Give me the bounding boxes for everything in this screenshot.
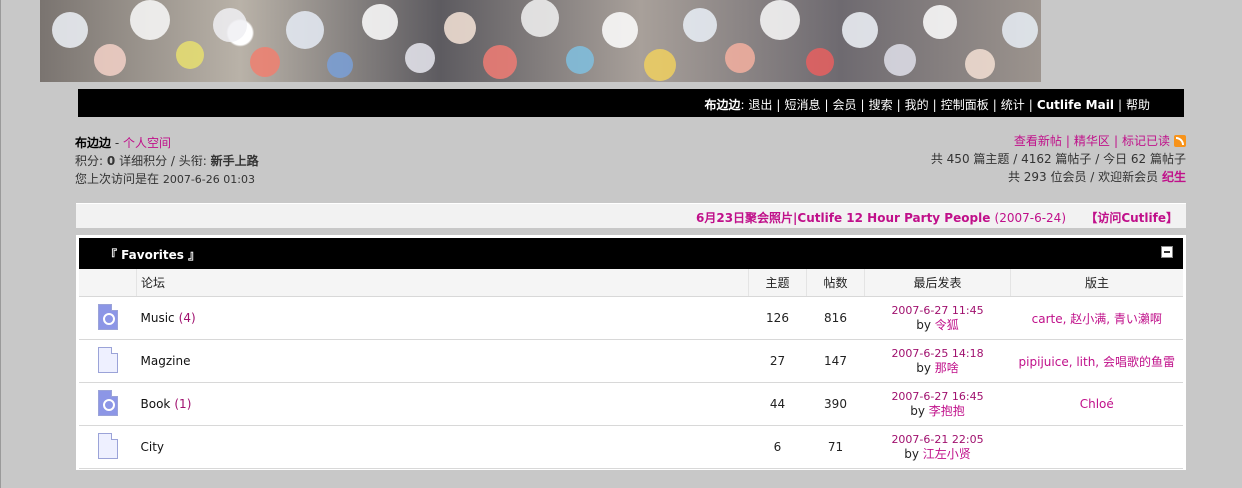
last-post-by-label: by [904, 447, 919, 461]
forum-posts: 71 [806, 425, 865, 469]
forum-status-cell [79, 425, 137, 469]
last-post-author[interactable]: 令狐 [935, 318, 959, 332]
points-label: 积分: [75, 154, 104, 168]
forum-status-icon [97, 303, 118, 330]
forum-row: Magzine 27 147 2007-6-25 14:18 by 那啥 pipijuic… [79, 339, 1183, 383]
forum-posts: 390 [806, 382, 865, 426]
announcement-bar: 6月23日聚会照片|Cutlife 12 Hour Party People (… [76, 203, 1186, 228]
page-left-border [0, 0, 1, 488]
col-moderators: 版主 [1010, 269, 1183, 297]
nav-search[interactable]: 搜索 [869, 98, 893, 112]
forum-row: City 6 71 2007-6-21 22:05 by 江左小贤 [79, 425, 1183, 469]
last-post-author[interactable]: 那啥 [935, 361, 959, 375]
nav-members[interactable]: 会员 [833, 98, 857, 112]
announcement-title[interactable]: 6月23日聚会照片|Cutlife 12 Hour Party People [696, 211, 990, 225]
col-last-post: 最后发表 [864, 269, 1011, 297]
forum-table: 论坛 主题 帖数 最后发表 版主 Music (4) 126 816 2007-6-27… [79, 269, 1183, 469]
rss-icon[interactable] [1174, 135, 1186, 147]
forum-status-cell [79, 296, 137, 340]
forum-name-link[interactable]: Book [141, 397, 171, 411]
forum-name-cell: Book (1) [136, 382, 749, 426]
announcement-item[interactable]: 6月23日聚会照片|Cutlife 12 Hour Party People (… [696, 209, 1066, 226]
last-visit-label: 您上次访问是在 [75, 172, 160, 186]
forum-group-title[interactable]: 『 Favorites 』 [105, 246, 200, 263]
last-post-date[interactable]: 2007-6-27 11:45 [866, 304, 1010, 318]
forum-last-post: 2007-6-25 14:18 by 那啥 [864, 339, 1011, 383]
forum-name-cell: Magzine [136, 339, 749, 383]
stats-line-posts: 共 450 篇主题 / 4162 篇帖子 / 今日 62 篇帖子 [930, 152, 1186, 166]
nav-messages[interactable]: 短消息 [784, 98, 820, 112]
user-info-panel: 布边边 - 个人空间 积分: 0 详细积分 / 头衔: 新手上路 您上次访问是在… [75, 136, 259, 186]
forum-last-post: 2007-6-21 22:05 by 江左小贤 [864, 425, 1011, 469]
forum-status-icon [97, 432, 118, 459]
title-label: / 头衔: [170, 154, 207, 168]
forum-name-cell: Music (4) [136, 296, 749, 340]
forum-posts: 816 [806, 296, 865, 340]
forum-posts: 147 [806, 339, 865, 383]
forum-status-cell [79, 339, 137, 383]
col-forum: 论坛 [136, 269, 749, 297]
new-member-link[interactable]: 纪生 [1162, 170, 1186, 184]
nav-my[interactable]: 我的 [905, 98, 929, 112]
forum-name-link[interactable]: Music [141, 311, 175, 325]
forum-moderators[interactable]: pipijuice, lith, 会唱歌的鱼雷 [1010, 339, 1183, 383]
user-title: 新手上路 [210, 154, 259, 168]
last-post-date[interactable]: 2007-6-21 22:05 [866, 433, 1010, 447]
personal-space-link[interactable]: 个人空间 [123, 136, 171, 150]
col-icon [79, 269, 137, 297]
visit-cutlife-link[interactable]: 【访问Cutlife】 [1085, 209, 1178, 226]
forum-last-post: 2007-6-27 16:45 by 李抱抱 [864, 382, 1011, 426]
col-posts: 帖数 [806, 269, 865, 297]
forum-stats-panel: 查看新帖 | 精华区 | 标记已读 共 450 篇主题 / 4162 篇帖子 / 今日 … [930, 134, 1186, 184]
forum-name-link[interactable]: City [141, 440, 165, 454]
forum-row: Book (1) 44 390 2007-6-27 16:45 by 李抱抱 Chloé [79, 382, 1183, 426]
last-post-date[interactable]: 2007-6-25 14:18 [866, 347, 1010, 361]
forum-moderators[interactable]: carte, 赵小满, 青い瀨啊 [1010, 296, 1183, 340]
last-post-by-label: by [916, 318, 931, 332]
nav-stats[interactable]: 统计 [1001, 98, 1025, 112]
nav-logout[interactable]: 退出 [748, 98, 772, 112]
forum-topics: 6 [748, 425, 807, 469]
forum-status-icon [97, 389, 118, 416]
forum-topics: 126 [748, 296, 807, 340]
forum-name-link[interactable]: Magzine [141, 354, 191, 368]
forum-new-count: (4) [178, 311, 196, 325]
view-new-posts-link[interactable]: 查看新帖 [1014, 134, 1062, 148]
forum-topics: 27 [748, 339, 807, 383]
top-navigation-bar: 布边边: 退出 | 短消息 | 会员 | 搜索 | 我的 | 控制面板 | 统计 | Cutlife Mai… [78, 89, 1184, 117]
nav-help[interactable]: 帮助 [1126, 98, 1150, 112]
last-post-date[interactable]: 2007-6-27 16:45 [866, 390, 1010, 404]
digest-link[interactable]: 精华区 [1074, 134, 1110, 148]
nav-control-panel[interactable]: 控制面板 [941, 98, 989, 112]
forum-moderators[interactable] [1010, 425, 1183, 469]
detail-points-link[interactable]: 详细积分 [119, 154, 167, 168]
nav-cutlife-mail[interactable]: Cutlife Mail [1037, 98, 1114, 112]
forum-status-icon [97, 346, 118, 373]
forum-row: Music (4) 126 816 2007-6-27 11:45 by 令狐 carte,… [79, 296, 1183, 340]
top-nav-links: 布边边: 退出 | 短消息 | 会员 | 搜索 | 我的 | 控制面板 | 统计 | Cutlife Mai… [704, 98, 1151, 112]
forum-group-favorites: 『 Favorites 』 论坛 主题 帖数 最后发表 版主 Music (4) 1… [76, 235, 1186, 470]
last-post-author[interactable]: 李抱抱 [929, 404, 965, 418]
nav-username[interactable]: 布边边 [705, 98, 741, 112]
collapse-icon[interactable] [1161, 246, 1173, 258]
last-post-author[interactable]: 江左小贤 [923, 447, 971, 461]
points-value: 0 [106, 154, 116, 168]
mark-read-link[interactable]: 标记已读 [1122, 134, 1170, 148]
user-name[interactable]: 布边边 [75, 136, 111, 150]
forum-moderators[interactable]: Chloé [1010, 382, 1183, 426]
last-post-by-label: by [910, 404, 925, 418]
forum-last-post: 2007-6-27 11:45 by 令狐 [864, 296, 1011, 340]
forum-name-cell: City [136, 425, 749, 469]
forum-topics: 44 [748, 382, 807, 426]
forum-new-count: (1) [174, 397, 192, 411]
last-post-by-label: by [916, 361, 931, 375]
header-banner-image [40, 0, 1041, 82]
stats-line-members: 共 293 位会员 / 欢迎新会员 [1007, 170, 1159, 184]
last-visit-time: 2007-6-26 01:03 [162, 173, 255, 186]
forum-group-header: 『 Favorites 』 [79, 238, 1183, 269]
announcement-date: (2007-6-24) [994, 211, 1066, 225]
bokeh-lights-image [52, 0, 1038, 81]
forum-status-cell [79, 382, 137, 426]
col-topics: 主题 [748, 269, 807, 297]
